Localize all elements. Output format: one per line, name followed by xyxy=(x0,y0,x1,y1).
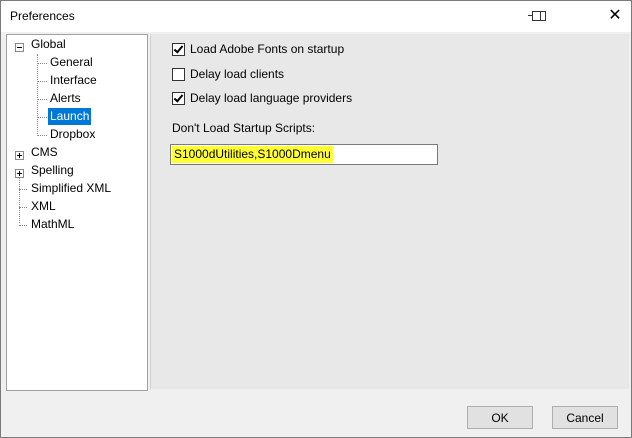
delay-load-clients-option[interactable]: Delay load clients xyxy=(172,66,284,82)
delay-load-language-providers-label: Delay load language providers xyxy=(190,91,353,105)
startup-scripts-label: Don't Load Startup Scripts: xyxy=(172,121,316,135)
cancel-button[interactable]: Cancel xyxy=(552,406,618,429)
delay-load-language-providers-option[interactable]: Delay load language providers xyxy=(172,90,352,106)
preferences-tree: Global General Interface Alerts Launch D… xyxy=(6,34,148,391)
expand-cms-icon[interactable] xyxy=(15,151,24,160)
startup-scripts-input[interactable]: S1000dUtilities,S1000Dmenu xyxy=(170,144,438,165)
delay-load-clients-checkbox[interactable] xyxy=(172,67,185,81)
expand-global-icon[interactable] xyxy=(15,43,24,52)
load-adobe-fonts-checkbox[interactable] xyxy=(172,42,185,56)
preferences-dialog: Preferences ✕ Global General Interface A… xyxy=(0,0,632,438)
launch-settings-panel: Load Adobe Fonts on startup Delay load c… xyxy=(150,34,629,389)
delay-load-language-providers-checkbox[interactable] xyxy=(172,91,185,105)
delay-load-clients-label: Delay load clients xyxy=(190,67,285,81)
load-adobe-fonts-label: Load Adobe Fonts on startup xyxy=(190,42,345,56)
startup-scripts-value: S1000dUtilities,S1000Dmenu xyxy=(172,146,333,163)
ok-button[interactable]: OK xyxy=(467,406,533,429)
expand-spelling-icon[interactable] xyxy=(15,169,24,178)
pin-icon[interactable] xyxy=(527,5,551,27)
title-bar: Preferences ✕ xyxy=(1,1,631,32)
load-adobe-fonts-option[interactable]: Load Adobe Fonts on startup xyxy=(172,41,344,57)
close-icon[interactable]: ✕ xyxy=(603,5,627,27)
window-title: Preferences xyxy=(10,9,75,23)
